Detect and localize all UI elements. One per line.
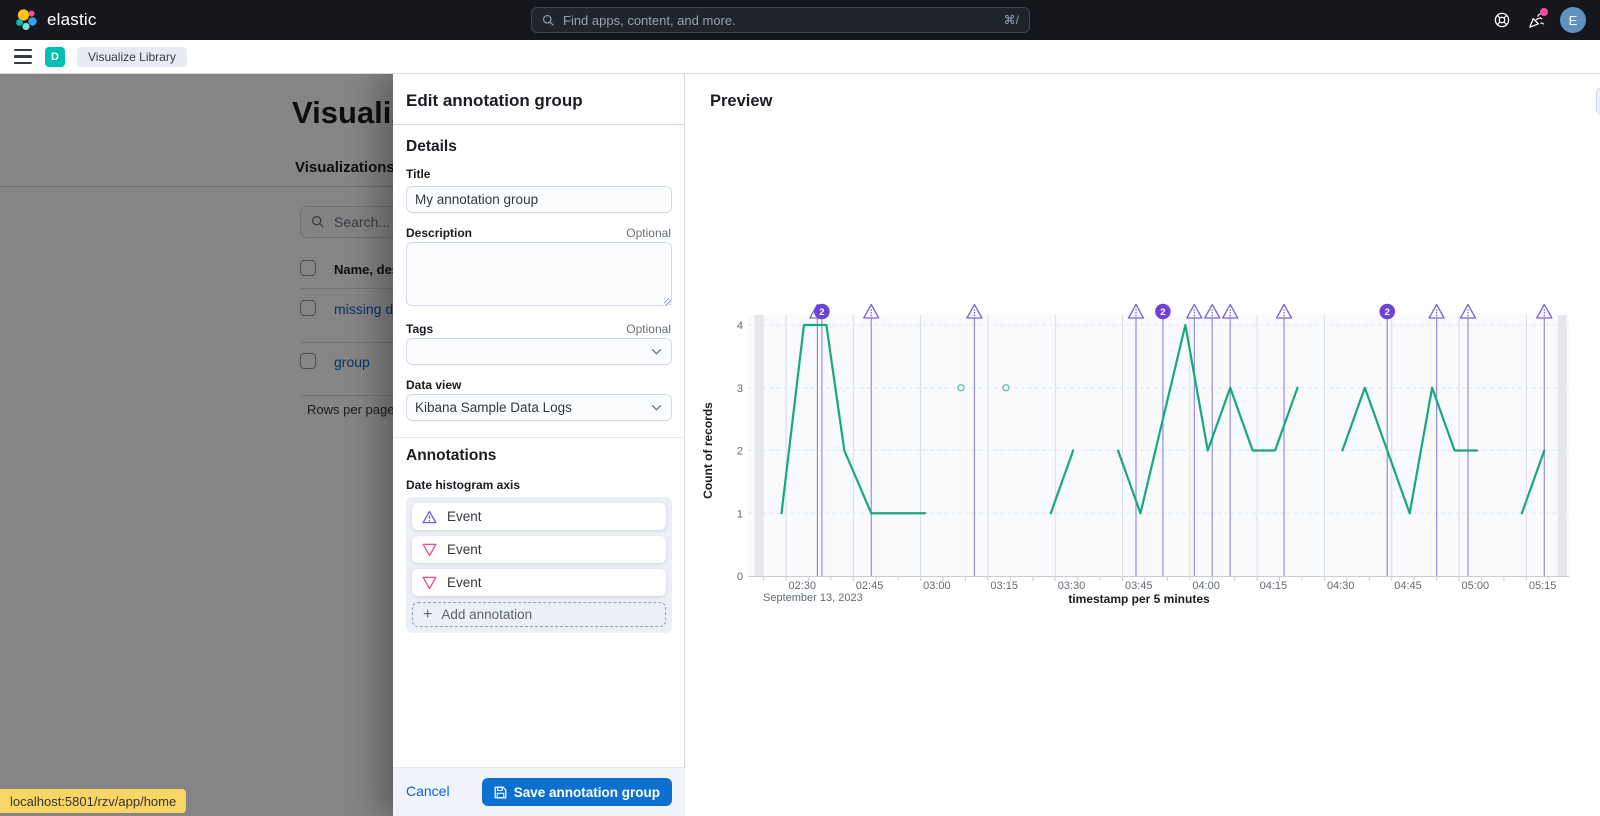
- annotation-item[interactable]: Event: [412, 569, 666, 596]
- annotations-heading: Annotations: [406, 447, 497, 464]
- brand-name: elastic: [47, 10, 97, 29]
- svg-text:2: 2: [737, 446, 743, 458]
- svg-text:04:15: 04:15: [1260, 580, 1288, 592]
- divider: [393, 437, 685, 438]
- svg-text:Count of records: Count of records: [701, 402, 715, 499]
- tags-label: Tags: [406, 322, 434, 336]
- tags-optional: Optional: [626, 322, 671, 336]
- help-icon[interactable]: [1492, 10, 1512, 30]
- avatar[interactable]: E: [1560, 7, 1586, 33]
- space-badge[interactable]: D: [45, 47, 65, 67]
- description-optional: Optional: [626, 226, 671, 240]
- global-search-placeholder: Find apps, content, and more.: [563, 12, 736, 28]
- plus-icon: +: [423, 605, 433, 623]
- annotation-form: Edit annotation group Details Title Desc…: [393, 74, 685, 816]
- svg-text:04:30: 04:30: [1327, 580, 1355, 592]
- preview-chart: 2 2 2 0 1 2 3 4 02:30 02:45 03:00 03:15 03:30 03:45 04…: [701, 303, 1569, 606]
- annotation-item[interactable]: Event: [412, 503, 666, 530]
- save-annotation-group-button[interactable]: Save annotation group: [481, 778, 672, 806]
- annotation-item[interactable]: Event: [412, 536, 666, 563]
- notification-dot: [1540, 8, 1548, 16]
- data-view-select[interactable]: [406, 394, 672, 421]
- triangle-up-alert-icon: [422, 510, 437, 523]
- svg-text:03:15: 03:15: [990, 580, 1018, 592]
- description-label: Description: [406, 226, 473, 240]
- annotation-label: Event: [447, 575, 482, 590]
- edit-annotation-group-flyout: Edit annotation group Details Title Desc…: [393, 74, 1600, 816]
- svg-text:timestamp per 5 minutes: timestamp per 5 minutes: [1068, 592, 1210, 606]
- cancel-button[interactable]: Cancel: [406, 783, 450, 799]
- svg-text:02:30: 02:30: [789, 580, 817, 592]
- search-icon: [542, 14, 554, 26]
- axis-label: Date histogram axis: [406, 478, 521, 492]
- divider: [393, 124, 685, 125]
- svg-text:03:30: 03:30: [1058, 580, 1086, 592]
- annotations-list: Event Event Event + Add annotation: [406, 497, 672, 633]
- svg-text:2: 2: [1160, 307, 1165, 318]
- flyout-title: Edit annotation group: [406, 91, 583, 110]
- svg-text:04:45: 04:45: [1394, 580, 1422, 592]
- svg-text:05:15: 05:15: [1529, 580, 1557, 592]
- date-picker: Sep 13, 20 → Sep 13, 20: [1596, 87, 1600, 115]
- annotation-label: Event: [447, 509, 482, 524]
- svg-text:02:45: 02:45: [856, 580, 884, 592]
- svg-text:03:45: 03:45: [1125, 580, 1153, 592]
- svg-text:04:00: 04:00: [1192, 580, 1220, 592]
- data-view-label: Data view: [406, 378, 462, 392]
- flyout-footer: Cancel Save annotation group: [393, 767, 685, 816]
- breadcrumb[interactable]: Visualize Library: [77, 47, 187, 67]
- elastic-logo-icon: [16, 9, 37, 31]
- annotation-label: Event: [447, 542, 482, 557]
- breadcrumb-bar: D Visualize Library: [0, 40, 1600, 74]
- add-annotation-button[interactable]: + Add annotation: [412, 602, 666, 627]
- triangle-down-icon: [422, 576, 437, 589]
- global-search-input[interactable]: Find apps, content, and more. ⌘/: [531, 7, 1030, 33]
- details-heading: Details: [406, 138, 457, 155]
- svg-text:2: 2: [819, 307, 824, 318]
- svg-text:05:00: 05:00: [1462, 580, 1490, 592]
- title-field[interactable]: [406, 186, 672, 213]
- svg-text:4: 4: [737, 320, 743, 332]
- svg-text:1: 1: [737, 508, 743, 520]
- description-field[interactable]: [406, 242, 672, 306]
- svg-text:0: 0: [737, 571, 743, 583]
- resize-handle[interactable]: [664, 298, 671, 305]
- title-label: Title: [406, 167, 431, 181]
- triangle-down-icon: [422, 543, 437, 556]
- preview-panel: Preview Sep 13, 20 →: [686, 74, 1600, 816]
- elastic-brand[interactable]: elastic: [14, 8, 97, 32]
- save-icon: [494, 786, 507, 798]
- screen: elastic Find apps, content, and more. ⌘/: [0, 0, 1600, 816]
- svg-text:3: 3: [737, 383, 743, 395]
- svg-text:03:00: 03:00: [923, 580, 951, 592]
- menu-icon[interactable]: [14, 49, 32, 64]
- top-header: elastic Find apps, content, and more. ⌘/: [0, 0, 1600, 40]
- search-shortcut: ⌘/: [1003, 13, 1019, 27]
- svg-text:2: 2: [1385, 307, 1390, 318]
- svg-text:September 13, 2023: September 13, 2023: [763, 592, 863, 604]
- status-url-tooltip: localhost:5801/rzv/app/home: [0, 789, 187, 813]
- tags-combobox[interactable]: [406, 338, 672, 365]
- news-icon[interactable]: [1526, 8, 1548, 30]
- preview-title: Preview: [710, 92, 773, 110]
